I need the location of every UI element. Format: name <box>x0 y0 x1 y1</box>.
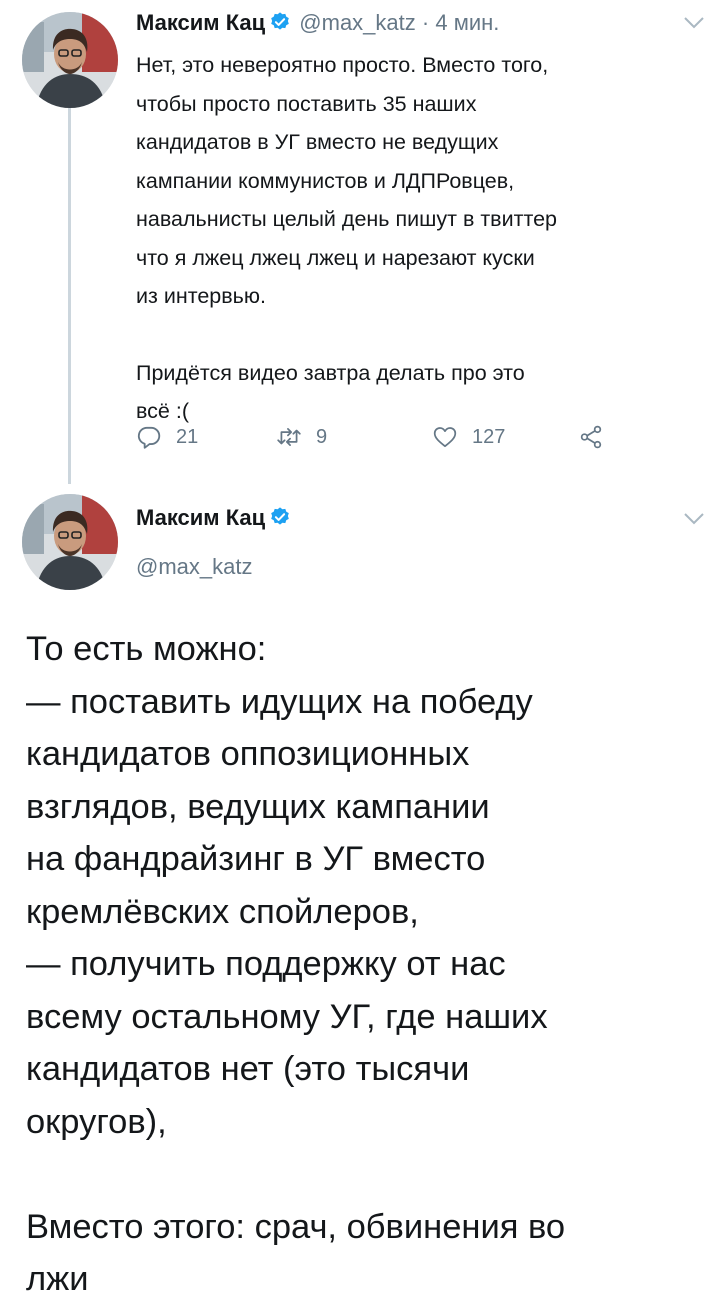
chevron-down-icon[interactable] <box>683 512 705 526</box>
like-icon <box>433 427 457 448</box>
text-line: что я лжец лжец лжец и нарезают куски <box>136 245 535 270</box>
text-line: кандидатов в УГ вместо не ведущих <box>136 130 499 154</box>
text-line: на фандрайзинг в УГ вместо <box>26 840 486 878</box>
author-handle[interactable]: @max_katz <box>299 10 415 35</box>
avatar[interactable] <box>22 12 118 108</box>
text-line: лжи <box>26 1260 89 1298</box>
text-line: Нет, это невероятно просто. Вместо того, <box>136 53 549 77</box>
avatar-image <box>22 494 118 590</box>
author-name[interactable]: Максим Кац <box>136 10 265 35</box>
text-line: кандидатов нет (это тысячи <box>26 1050 470 1088</box>
like-button[interactable]: 127 <box>432 424 505 450</box>
author-name[interactable]: Максим Кац <box>136 505 265 530</box>
verified-badge-icon <box>269 506 291 528</box>
tweet-header: Максим Кац @max_katz · 4 мин. <box>136 8 499 38</box>
text-line: Придётся видео завтра делать про это <box>136 360 525 385</box>
retweet-button[interactable]: 9 <box>276 424 327 450</box>
share-icon <box>580 425 602 449</box>
reply-icon <box>137 426 161 449</box>
thread-connector-line <box>68 106 71 484</box>
chevron-down-icon[interactable] <box>683 16 705 30</box>
text-line: кремлёвских спойлеров, <box>26 892 419 931</box>
text-line: кандидатов оппозиционных <box>26 735 470 773</box>
retweet-count: 9 <box>316 425 328 448</box>
text-line: чтобы просто поставить 35 наших <box>136 91 477 116</box>
text-line: Вместо этого: срач, обвинения во <box>26 1207 566 1246</box>
tweet-text: То есть можно: — поставить идущих на поб… <box>26 623 706 1306</box>
text-line: из интервью. <box>136 284 266 308</box>
text-line: навальнисты целый день пишут в твиттер <box>136 207 557 231</box>
tweet-text: Нет, это невероятно просто. Вместо того,… <box>136 46 696 431</box>
retweet-icon <box>277 428 301 446</box>
text-line: кампании коммунистов и ЛДПРовцев, <box>136 168 515 193</box>
author-handle[interactable]: @max_katz <box>136 552 252 582</box>
avatar[interactable] <box>22 494 118 590</box>
like-count: 127 <box>472 425 506 448</box>
text-line: — получить поддержку от нас <box>26 945 506 983</box>
timestamp[interactable]: 4 мин. <box>435 10 499 35</box>
text-line: всё :( <box>136 399 189 423</box>
reply-button[interactable]: 21 <box>136 424 198 450</box>
share-button[interactable] <box>578 424 604 450</box>
avatar-image <box>22 12 118 108</box>
text-line: взглядов, ведущих кампании <box>26 787 490 826</box>
text-line: — поставить идущих на победу <box>26 682 533 721</box>
text-line: округов), <box>26 1102 167 1141</box>
reply-count: 21 <box>176 425 199 448</box>
tweet-header: Максим Кац <box>136 503 293 533</box>
tweet-paragraph: Придётся видео завтра делать про это всё… <box>136 354 696 431</box>
separator-dot: · <box>421 10 430 35</box>
tweet-paragraph: Нет, это невероятно просто. Вместо того,… <box>136 46 696 316</box>
text-line: всему остальному УГ, где наших <box>26 997 548 1036</box>
text-line: То есть можно: <box>26 630 267 668</box>
verified-badge-icon <box>269 11 291 33</box>
